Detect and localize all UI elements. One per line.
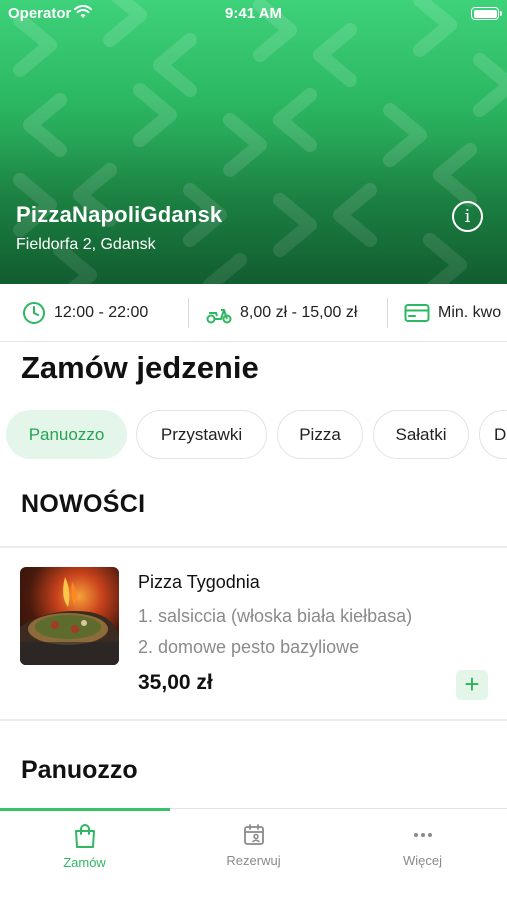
info-icon[interactable]: i bbox=[452, 201, 483, 232]
chip-next[interactable]: D bbox=[479, 410, 507, 459]
min-order: Min. kwo bbox=[404, 284, 502, 341]
tab-bar: Zamów Rezerwuj Więcej bbox=[0, 808, 507, 900]
info-separator bbox=[387, 298, 388, 328]
status-bar: Operator 9:41 AM bbox=[0, 0, 507, 28]
chip-salatki[interactable]: Sałatki bbox=[373, 410, 469, 459]
page-title: Zamów jedzenie bbox=[21, 350, 259, 385]
product-price: 35,00 zł bbox=[138, 671, 213, 694]
category-chips: Panuozzo Przystawki Pizza Sałatki D bbox=[0, 410, 507, 460]
restaurant-name: PizzaNapoliGdansk bbox=[16, 202, 223, 227]
tab-label: Zamów bbox=[63, 855, 106, 870]
info-separator bbox=[188, 298, 189, 328]
product-card[interactable]: Pizza Tygodnia 1. salsiccia (włoska biał… bbox=[0, 548, 507, 719]
pizza-image bbox=[20, 567, 119, 665]
product-name: Pizza Tygodnia bbox=[138, 572, 260, 592]
clock-icon bbox=[23, 302, 45, 324]
battery-icon bbox=[471, 7, 502, 20]
tab-label: Więcej bbox=[402, 853, 442, 868]
tab-wiecej[interactable]: Więcej bbox=[338, 823, 507, 868]
chip-przystawki[interactable]: Przystawki bbox=[136, 410, 267, 459]
category-heading-panuozzo: Panuozzo bbox=[21, 756, 138, 784]
product-description-line: 1. salsiccia (włoska biała kiełbasa) bbox=[138, 606, 413, 626]
restaurant-header: Operator 9:41 AM PizzaNapoliGdansk Field… bbox=[0, 0, 507, 284]
delivery-fee: 8,00 zł - 15,00 zł bbox=[206, 284, 358, 341]
credit-card-icon bbox=[404, 304, 430, 322]
min-order-text: Min. kwo bbox=[438, 304, 502, 321]
tab-rezerwuj[interactable]: Rezerwuj bbox=[169, 823, 338, 868]
calendar-person-icon bbox=[243, 824, 264, 845]
add-to-cart-button[interactable]: + bbox=[456, 670, 488, 700]
section-divider bbox=[0, 719, 507, 721]
product-description-line: 2. domowe pesto bazyliowe bbox=[138, 637, 360, 657]
restaurant-address: Fieldorfa 2, Gdansk bbox=[16, 236, 156, 253]
tab-active-indicator bbox=[0, 808, 170, 811]
delivery-fee-text: 8,00 zł - 15,00 zł bbox=[240, 304, 358, 321]
chip-panuozzo[interactable]: Panuozzo bbox=[6, 410, 127, 459]
opening-hours: 12:00 - 22:00 bbox=[22, 284, 149, 341]
tab-zamow[interactable]: Zamów bbox=[0, 823, 169, 870]
info-strip: 12:00 - 22:00 8,00 zł - 15,00 zł Min. kw… bbox=[0, 284, 507, 342]
status-time: 9:41 AM bbox=[225, 5, 282, 22]
scooter-icon bbox=[206, 309, 232, 324]
tab-label: Rezerwuj bbox=[226, 853, 281, 868]
hours-text: 12:00 - 22:00 bbox=[54, 304, 149, 321]
shopping-bag-icon bbox=[74, 824, 95, 848]
category-heading-news: NOWOŚCI bbox=[21, 490, 146, 518]
chip-pizza[interactable]: Pizza bbox=[277, 410, 363, 459]
more-dots-icon bbox=[413, 833, 432, 837]
